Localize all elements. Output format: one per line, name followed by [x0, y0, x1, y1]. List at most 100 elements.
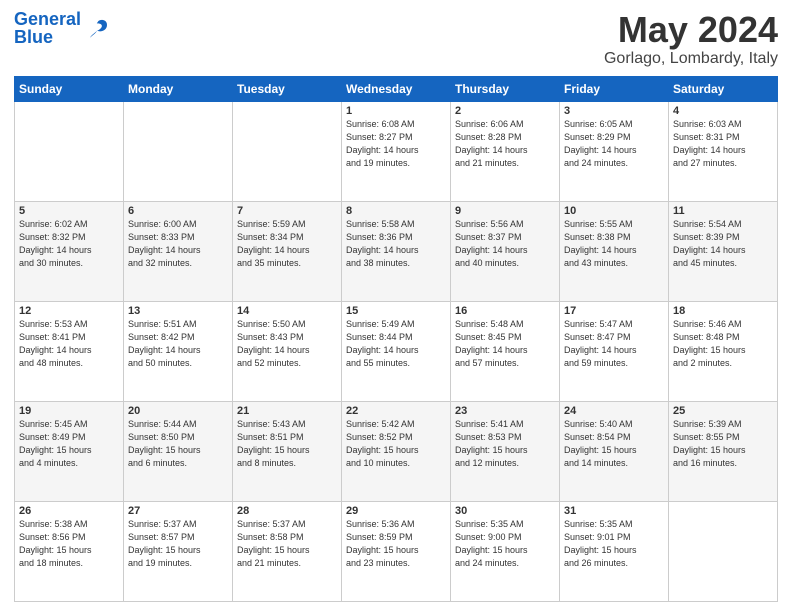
- calendar-cell: 3Sunrise: 6:05 AM Sunset: 8:29 PM Daylig…: [560, 101, 669, 201]
- calendar-cell: 22Sunrise: 5:42 AM Sunset: 8:52 PM Dayli…: [342, 401, 451, 501]
- day-info: Sunrise: 5:39 AM Sunset: 8:55 PM Dayligh…: [673, 418, 773, 470]
- calendar-cell: 5Sunrise: 6:02 AM Sunset: 8:32 PM Daylig…: [15, 201, 124, 301]
- calendar-cell: 1Sunrise: 6:08 AM Sunset: 8:27 PM Daylig…: [342, 101, 451, 201]
- day-number: 9: [455, 205, 555, 217]
- calendar-body: 1Sunrise: 6:08 AM Sunset: 8:27 PM Daylig…: [15, 101, 778, 601]
- week-row-1: 1Sunrise: 6:08 AM Sunset: 8:27 PM Daylig…: [15, 101, 778, 201]
- day-info: Sunrise: 5:37 AM Sunset: 8:58 PM Dayligh…: [237, 518, 337, 570]
- logo-blue: Blue: [14, 27, 53, 47]
- day-info: Sunrise: 5:46 AM Sunset: 8:48 PM Dayligh…: [673, 318, 773, 370]
- calendar-cell: 4Sunrise: 6:03 AM Sunset: 8:31 PM Daylig…: [669, 101, 778, 201]
- day-number: 31: [564, 505, 664, 517]
- calendar-cell: 24Sunrise: 5:40 AM Sunset: 8:54 PM Dayli…: [560, 401, 669, 501]
- calendar-cell: 19Sunrise: 5:45 AM Sunset: 8:49 PM Dayli…: [15, 401, 124, 501]
- day-number: 4: [673, 105, 773, 117]
- day-number: 5: [19, 205, 119, 217]
- day-info: Sunrise: 5:48 AM Sunset: 8:45 PM Dayligh…: [455, 318, 555, 370]
- location-title: Gorlago, Lombardy, Italy: [604, 50, 778, 68]
- calendar-cell: 12Sunrise: 5:53 AM Sunset: 8:41 PM Dayli…: [15, 301, 124, 401]
- calendar: SundayMondayTuesdayWednesdayThursdayFrid…: [14, 76, 778, 602]
- calendar-cell: 16Sunrise: 5:48 AM Sunset: 8:45 PM Dayli…: [451, 301, 560, 401]
- day-number: 16: [455, 305, 555, 317]
- calendar-cell: [124, 101, 233, 201]
- day-info: Sunrise: 5:55 AM Sunset: 8:38 PM Dayligh…: [564, 218, 664, 270]
- page: General Blue May 2024 Gorlago, Lombardy,…: [0, 0, 792, 612]
- column-header-thursday: Thursday: [451, 76, 560, 101]
- calendar-header: SundayMondayTuesdayWednesdayThursdayFrid…: [15, 76, 778, 101]
- day-number: 11: [673, 205, 773, 217]
- column-header-sunday: Sunday: [15, 76, 124, 101]
- calendar-cell: 14Sunrise: 5:50 AM Sunset: 8:43 PM Dayli…: [233, 301, 342, 401]
- day-info: Sunrise: 5:38 AM Sunset: 8:56 PM Dayligh…: [19, 518, 119, 570]
- day-info: Sunrise: 6:02 AM Sunset: 8:32 PM Dayligh…: [19, 218, 119, 270]
- day-info: Sunrise: 5:49 AM Sunset: 8:44 PM Dayligh…: [346, 318, 446, 370]
- calendar-cell: 8Sunrise: 5:58 AM Sunset: 8:36 PM Daylig…: [342, 201, 451, 301]
- day-info: Sunrise: 5:35 AM Sunset: 9:00 PM Dayligh…: [455, 518, 555, 570]
- day-number: 27: [128, 505, 228, 517]
- day-info: Sunrise: 5:44 AM Sunset: 8:50 PM Dayligh…: [128, 418, 228, 470]
- day-info: Sunrise: 5:50 AM Sunset: 8:43 PM Dayligh…: [237, 318, 337, 370]
- day-number: 19: [19, 405, 119, 417]
- day-number: 20: [128, 405, 228, 417]
- day-info: Sunrise: 5:53 AM Sunset: 8:41 PM Dayligh…: [19, 318, 119, 370]
- day-number: 26: [19, 505, 119, 517]
- calendar-cell: 13Sunrise: 5:51 AM Sunset: 8:42 PM Dayli…: [124, 301, 233, 401]
- day-number: 28: [237, 505, 337, 517]
- day-number: 17: [564, 305, 664, 317]
- day-info: Sunrise: 5:45 AM Sunset: 8:49 PM Dayligh…: [19, 418, 119, 470]
- calendar-cell: 29Sunrise: 5:36 AM Sunset: 8:59 PM Dayli…: [342, 501, 451, 601]
- day-info: Sunrise: 5:47 AM Sunset: 8:47 PM Dayligh…: [564, 318, 664, 370]
- day-info: Sunrise: 5:37 AM Sunset: 8:57 PM Dayligh…: [128, 518, 228, 570]
- column-header-friday: Friday: [560, 76, 669, 101]
- day-number: 23: [455, 405, 555, 417]
- week-row-5: 26Sunrise: 5:38 AM Sunset: 8:56 PM Dayli…: [15, 501, 778, 601]
- calendar-cell: 15Sunrise: 5:49 AM Sunset: 8:44 PM Dayli…: [342, 301, 451, 401]
- calendar-cell: 18Sunrise: 5:46 AM Sunset: 8:48 PM Dayli…: [669, 301, 778, 401]
- logo-text: General Blue: [14, 10, 81, 46]
- column-header-monday: Monday: [124, 76, 233, 101]
- day-number: 24: [564, 405, 664, 417]
- day-number: 22: [346, 405, 446, 417]
- day-number: 25: [673, 405, 773, 417]
- day-number: 2: [455, 105, 555, 117]
- calendar-cell: 23Sunrise: 5:41 AM Sunset: 8:53 PM Dayli…: [451, 401, 560, 501]
- day-number: 15: [346, 305, 446, 317]
- calendar-cell: 26Sunrise: 5:38 AM Sunset: 8:56 PM Dayli…: [15, 501, 124, 601]
- day-info: Sunrise: 6:05 AM Sunset: 8:29 PM Dayligh…: [564, 118, 664, 170]
- day-info: Sunrise: 5:54 AM Sunset: 8:39 PM Dayligh…: [673, 218, 773, 270]
- day-info: Sunrise: 5:36 AM Sunset: 8:59 PM Dayligh…: [346, 518, 446, 570]
- day-number: 6: [128, 205, 228, 217]
- month-title: May 2024: [604, 10, 778, 50]
- day-info: Sunrise: 6:06 AM Sunset: 8:28 PM Dayligh…: [455, 118, 555, 170]
- day-number: 21: [237, 405, 337, 417]
- column-header-tuesday: Tuesday: [233, 76, 342, 101]
- day-info: Sunrise: 5:59 AM Sunset: 8:34 PM Dayligh…: [237, 218, 337, 270]
- calendar-cell: 27Sunrise: 5:37 AM Sunset: 8:57 PM Dayli…: [124, 501, 233, 601]
- calendar-cell: 10Sunrise: 5:55 AM Sunset: 8:38 PM Dayli…: [560, 201, 669, 301]
- calendar-cell: 6Sunrise: 6:00 AM Sunset: 8:33 PM Daylig…: [124, 201, 233, 301]
- week-row-2: 5Sunrise: 6:02 AM Sunset: 8:32 PM Daylig…: [15, 201, 778, 301]
- day-number: 13: [128, 305, 228, 317]
- logo-bird-icon: [83, 14, 111, 42]
- calendar-cell: 11Sunrise: 5:54 AM Sunset: 8:39 PM Dayli…: [669, 201, 778, 301]
- column-header-saturday: Saturday: [669, 76, 778, 101]
- day-number: 1: [346, 105, 446, 117]
- day-number: 29: [346, 505, 446, 517]
- title-block: May 2024 Gorlago, Lombardy, Italy: [604, 10, 778, 68]
- day-info: Sunrise: 5:41 AM Sunset: 8:53 PM Dayligh…: [455, 418, 555, 470]
- calendar-table: SundayMondayTuesdayWednesdayThursdayFrid…: [14, 76, 778, 602]
- week-row-3: 12Sunrise: 5:53 AM Sunset: 8:41 PM Dayli…: [15, 301, 778, 401]
- day-number: 10: [564, 205, 664, 217]
- day-info: Sunrise: 5:56 AM Sunset: 8:37 PM Dayligh…: [455, 218, 555, 270]
- calendar-cell: 20Sunrise: 5:44 AM Sunset: 8:50 PM Dayli…: [124, 401, 233, 501]
- day-number: 7: [237, 205, 337, 217]
- day-info: Sunrise: 6:03 AM Sunset: 8:31 PM Dayligh…: [673, 118, 773, 170]
- calendar-cell: 31Sunrise: 5:35 AM Sunset: 9:01 PM Dayli…: [560, 501, 669, 601]
- day-info: Sunrise: 5:40 AM Sunset: 8:54 PM Dayligh…: [564, 418, 664, 470]
- calendar-cell: 7Sunrise: 5:59 AM Sunset: 8:34 PM Daylig…: [233, 201, 342, 301]
- calendar-cell: 25Sunrise: 5:39 AM Sunset: 8:55 PM Dayli…: [669, 401, 778, 501]
- column-header-wednesday: Wednesday: [342, 76, 451, 101]
- day-number: 30: [455, 505, 555, 517]
- header-row: SundayMondayTuesdayWednesdayThursdayFrid…: [15, 76, 778, 101]
- day-info: Sunrise: 5:58 AM Sunset: 8:36 PM Dayligh…: [346, 218, 446, 270]
